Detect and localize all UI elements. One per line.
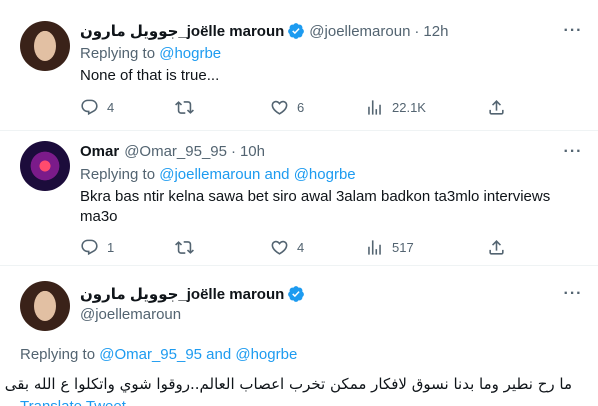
translate-tweet-link[interactable]: Translate Tweet bbox=[20, 398, 126, 406]
verified-badge-icon bbox=[287, 285, 305, 303]
reply-button[interactable]: 1 bbox=[80, 238, 114, 257]
tweet-header: جوويل مارون_joëlle maroun @joellemaroun … bbox=[80, 22, 448, 41]
action-bar: 4 6 22.1K bbox=[80, 98, 440, 118]
replying-to-link[interactable]: @joellemaroun and @hogrbe bbox=[159, 166, 355, 183]
retweet-button[interactable] bbox=[175, 238, 202, 257]
separator-dot: · bbox=[414, 22, 420, 40]
handle[interactable]: @joellemaroun bbox=[80, 306, 181, 323]
action-bar: 1 4 517 bbox=[80, 238, 440, 258]
like-icon bbox=[271, 100, 288, 115]
views-count: 22.1K bbox=[392, 100, 426, 115]
retweet-button[interactable] bbox=[175, 98, 202, 117]
reply-icon bbox=[81, 239, 98, 256]
replying-to: Replying to @Omar_95_95 and @hogrbe bbox=[20, 346, 297, 363]
tweet-reply[interactable]: جوويل مارون_joëlle maroun @joellemaroun … bbox=[0, 0, 598, 131]
share-button[interactable] bbox=[487, 238, 514, 257]
display-name[interactable]: جوويل مارون_joëlle maroun bbox=[80, 22, 284, 40]
display-name[interactable]: جوويل مارون_joëlle maroun bbox=[80, 285, 284, 303]
avatar[interactable] bbox=[20, 21, 70, 71]
reply-button[interactable]: 4 bbox=[80, 98, 114, 117]
tweet-reply[interactable]: Omar @Omar_95_95 · 10h ··· Replying to @… bbox=[0, 131, 598, 266]
handle[interactable]: @Omar_95_95 bbox=[124, 143, 227, 160]
share-button[interactable] bbox=[487, 98, 514, 117]
views-icon bbox=[368, 240, 381, 255]
replying-to-link[interactable]: @hogrbe bbox=[159, 45, 221, 62]
like-icon bbox=[271, 240, 288, 255]
handle[interactable]: @joellemaroun bbox=[309, 23, 410, 40]
tweet-text-line: ma3o bbox=[80, 208, 118, 225]
timestamp[interactable]: 12h bbox=[423, 23, 448, 40]
replying-to-link[interactable]: @Omar_95_95 and @hogrbe bbox=[99, 346, 297, 363]
retweet-icon bbox=[175, 101, 194, 114]
more-icon[interactable]: ··· bbox=[564, 22, 582, 40]
views-icon bbox=[368, 100, 381, 115]
views-count: 517 bbox=[392, 240, 414, 255]
separator-dot: · bbox=[230, 143, 236, 160]
timestamp[interactable]: 10h bbox=[240, 143, 265, 160]
tweet-text: None of that is true... bbox=[80, 67, 220, 84]
tweet-text-line: Bkra bas ntir kelna sawa bet siro awal 3… bbox=[80, 188, 551, 205]
like-button[interactable]: 4 bbox=[270, 238, 304, 257]
tweet-text: ما رح نطير وما بدنا نسوق لافكار ممكن تخر… bbox=[4, 375, 572, 393]
share-icon bbox=[489, 240, 504, 255]
views-button[interactable]: 517 bbox=[365, 238, 414, 257]
like-count: 6 bbox=[297, 100, 305, 115]
verified-badge-icon bbox=[287, 22, 305, 40]
replying-prefix: Replying to bbox=[80, 45, 156, 62]
views-button[interactable]: 22.1K bbox=[365, 98, 426, 117]
more-icon[interactable]: ··· bbox=[564, 285, 582, 303]
like-button[interactable]: 6 bbox=[270, 98, 304, 117]
avatar[interactable] bbox=[20, 281, 70, 331]
retweet-icon bbox=[175, 241, 194, 254]
avatar[interactable] bbox=[20, 141, 70, 191]
replying-to: Replying to @hogrbe bbox=[80, 45, 221, 62]
tweet-header: جوويل مارون_joëlle maroun bbox=[80, 285, 309, 303]
like-count: 4 bbox=[297, 240, 305, 255]
tweet-text: Bkra bas ntir kelna sawa bet siro awal 3… bbox=[80, 187, 550, 227]
replying-to: Replying to @joellemaroun and @hogrbe bbox=[80, 166, 356, 183]
reply-icon bbox=[81, 99, 98, 116]
reply-count: 1 bbox=[107, 240, 115, 255]
replying-prefix: Replying to bbox=[20, 346, 96, 363]
tweet-header: Omar @Omar_95_95 · 10h bbox=[80, 143, 265, 160]
more-icon[interactable]: ··· bbox=[564, 143, 582, 161]
display-name[interactable]: Omar bbox=[80, 143, 119, 160]
replying-prefix: Replying to bbox=[80, 166, 156, 183]
share-icon bbox=[489, 100, 504, 115]
reply-count: 4 bbox=[107, 100, 115, 115]
